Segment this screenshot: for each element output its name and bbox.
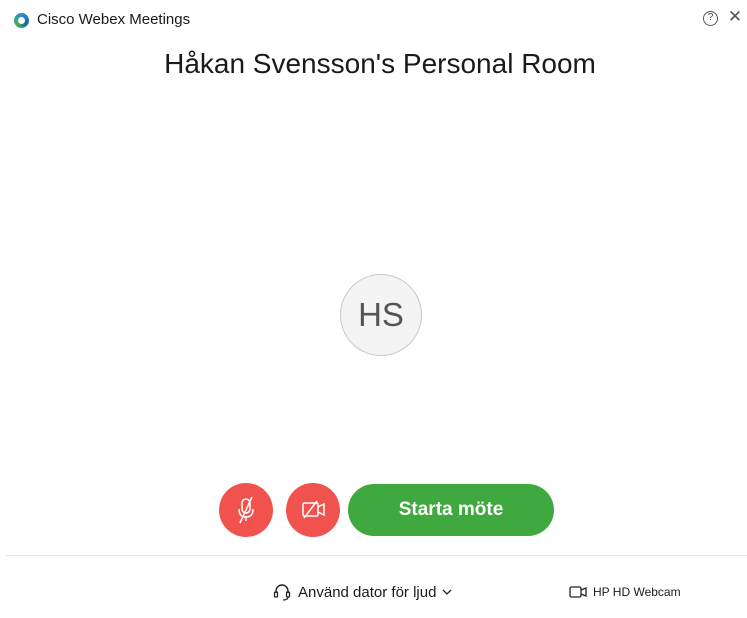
video-off-icon bbox=[302, 500, 325, 519]
room-title: Håkan Svensson's Personal Room bbox=[164, 48, 596, 79]
divider bbox=[6, 555, 747, 556]
audio-connection-dropdown[interactable]: Använd dator för ljud bbox=[272, 581, 453, 603]
start-meeting-button[interactable]: Starta möte bbox=[348, 484, 554, 536]
camera-selector[interactable]: HP HD Webcam bbox=[569, 582, 681, 602]
headset-icon bbox=[273, 584, 291, 601]
title-bar: Cisco Webex Meetings ? ✕ bbox=[0, 0, 747, 40]
close-button[interactable]: ✕ bbox=[727, 8, 743, 26]
app-title: Cisco Webex Meetings bbox=[37, 11, 191, 28]
video-button[interactable] bbox=[286, 483, 340, 537]
chevron-down-icon bbox=[442, 589, 452, 595]
camera-icon bbox=[569, 586, 587, 598]
help-button[interactable]: ? bbox=[703, 11, 718, 26]
webex-logo-icon bbox=[14, 13, 29, 28]
microphone-muted-icon bbox=[238, 496, 254, 524]
camera-label: HP HD Webcam bbox=[593, 585, 681, 599]
webex-window: Cisco Webex Meetings ? ✕ Håkan Svensson'… bbox=[0, 0, 747, 618]
avatar: HS bbox=[340, 274, 422, 356]
audio-option-label: Använd dator för ljud bbox=[298, 583, 437, 601]
mute-button[interactable] bbox=[219, 483, 273, 537]
